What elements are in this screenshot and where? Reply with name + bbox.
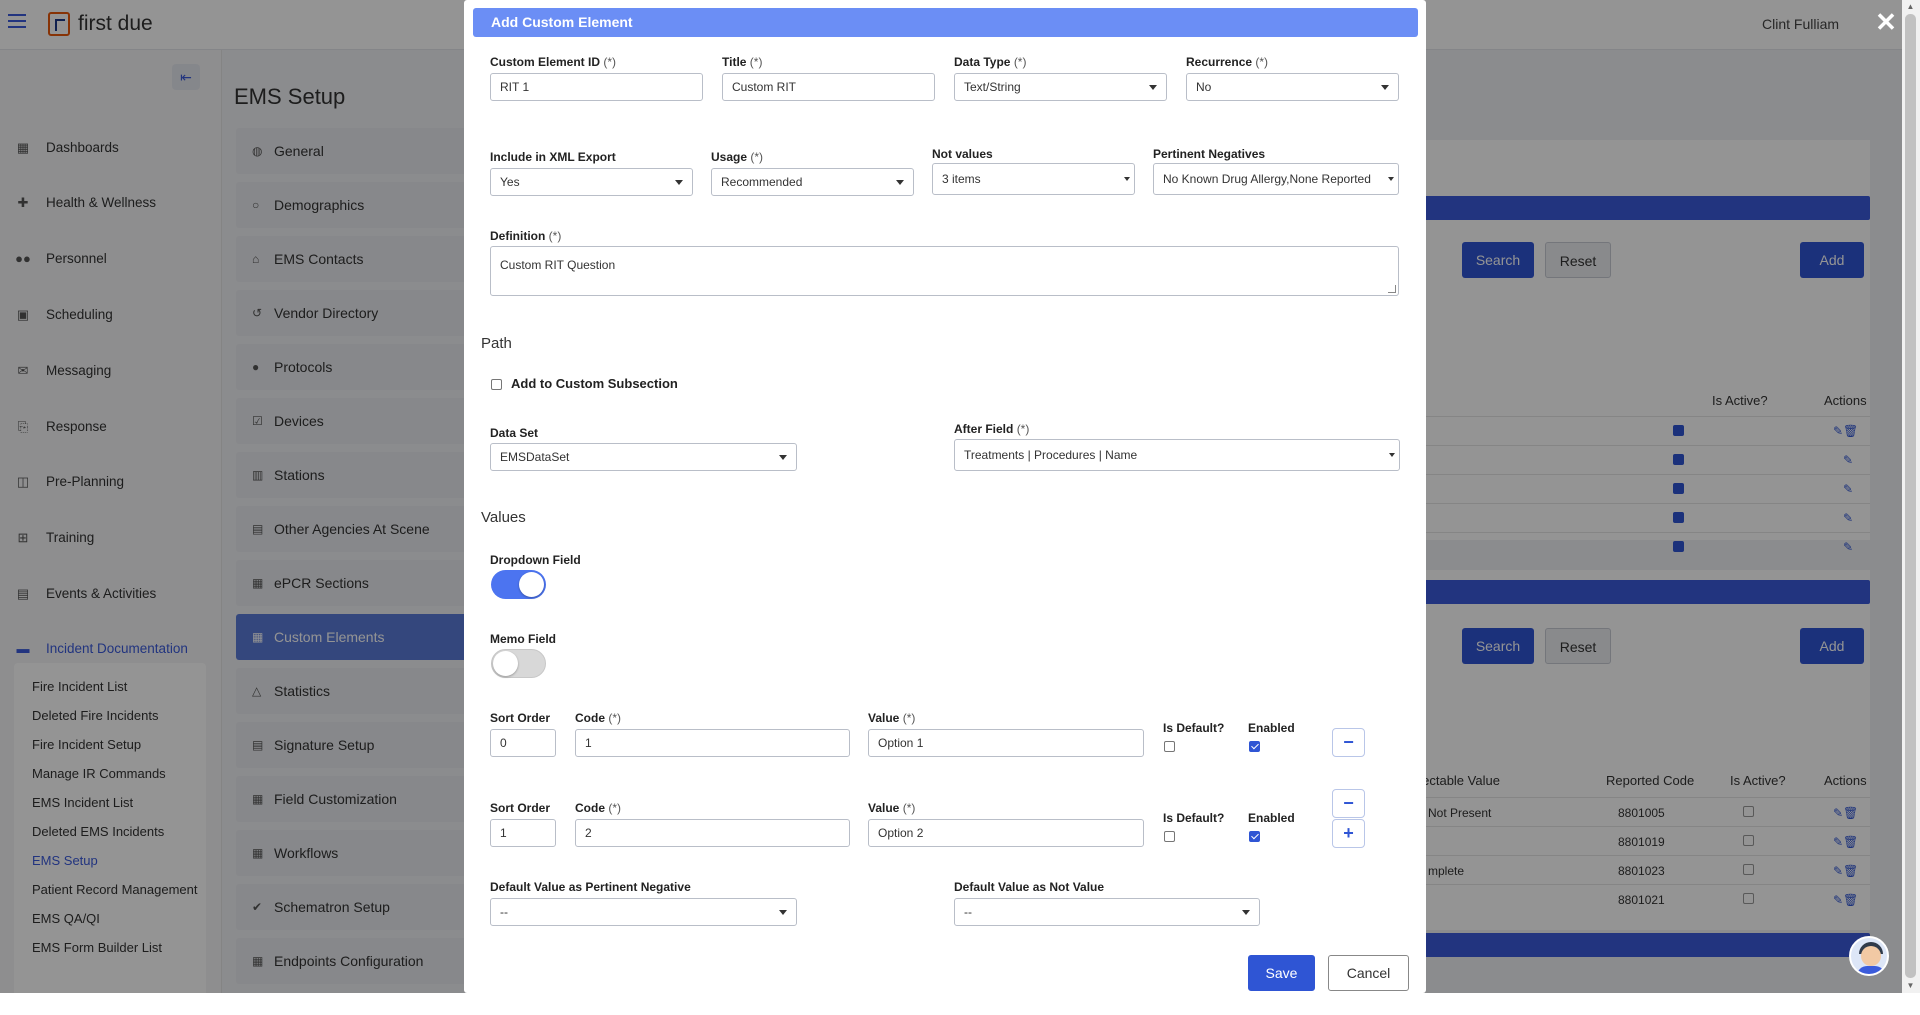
- title-input[interactable]: Custom RIT: [722, 73, 935, 101]
- add-to-subsection-checkbox[interactable]: [491, 379, 502, 390]
- memo-field-label: Memo Field: [490, 632, 557, 646]
- pertinent-negatives-label: Pertinent Negatives: [1153, 147, 1266, 161]
- enabled-checkbox[interactable]: [1249, 741, 1260, 752]
- chevron-down-icon: [779, 910, 787, 915]
- include-xml-label: Include in XML Export: [490, 150, 616, 164]
- chevron-down-icon: [1381, 85, 1389, 90]
- remove-row-button[interactable]: −: [1332, 789, 1365, 818]
- add-custom-element-modal: Add Custom Element Custom Element ID (*)…: [464, 0, 1426, 993]
- custom-element-id-label: Custom Element ID (*): [490, 55, 617, 69]
- path-section-title: Path: [481, 335, 512, 352]
- include-xml-select[interactable]: Yes: [490, 168, 693, 196]
- enabled-label: Enabled: [1248, 721, 1295, 735]
- usage-label: Usage (*): [711, 150, 764, 164]
- default-pertinent-negative-label: Default Value as Pertinent Negative: [490, 880, 691, 894]
- value-label: Value (*): [868, 801, 916, 815]
- pertinent-negatives-multiselect[interactable]: No Known Drug Allergy,None Reported: [1153, 163, 1399, 195]
- is-default-label: Is Default?: [1163, 811, 1225, 825]
- chevron-down-icon: [675, 180, 683, 185]
- chevron-down-icon: [1388, 177, 1394, 181]
- code-input[interactable]: 2: [575, 819, 850, 847]
- after-field-select[interactable]: Treatments | Procedures | Name: [954, 439, 1400, 471]
- save-button[interactable]: Save: [1248, 955, 1315, 991]
- title-label: Title (*): [722, 55, 763, 69]
- chevron-down-icon: [1149, 85, 1157, 90]
- add-to-subsection-label: Add to Custom Subsection: [511, 376, 678, 391]
- toggle-knob: [519, 572, 544, 597]
- enabled-checkbox[interactable]: [1249, 831, 1260, 842]
- memo-field-toggle[interactable]: [491, 649, 546, 678]
- chevron-down-icon: [896, 180, 904, 185]
- after-field-label: After Field (*): [954, 422, 1030, 436]
- default-not-value-select[interactable]: --: [954, 898, 1260, 926]
- custom-element-id-input[interactable]: RIT 1: [490, 73, 703, 101]
- value-input[interactable]: Option 1: [868, 729, 1144, 757]
- data-set-label: Data Set: [490, 426, 539, 440]
- value-label: Value (*): [868, 711, 916, 725]
- add-row-button[interactable]: +: [1332, 819, 1365, 848]
- value-input[interactable]: Option 2: [868, 819, 1144, 847]
- is-default-label: Is Default?: [1163, 721, 1225, 735]
- scroll-down-arrow-icon[interactable]: ▼: [1905, 981, 1916, 991]
- app-root: first due Clint Fulliam ⇤ ▦ Dashboards ✚ H…: [0, 0, 1920, 1015]
- remove-row-button[interactable]: −: [1332, 728, 1365, 757]
- usage-select[interactable]: Recommended: [711, 168, 914, 196]
- recurrence-label: Recurrence (*): [1186, 55, 1269, 69]
- enabled-label: Enabled: [1248, 811, 1295, 825]
- is-default-checkbox[interactable]: [1164, 741, 1175, 752]
- default-pertinent-negative-select[interactable]: --: [490, 898, 797, 926]
- cancel-button[interactable]: Cancel: [1328, 955, 1409, 991]
- not-values-multiselect[interactable]: 3 items: [932, 163, 1135, 195]
- code-label: Code (*): [575, 801, 622, 815]
- dropdown-field-toggle[interactable]: [491, 570, 546, 599]
- default-not-value-label: Default Value as Not Value: [954, 880, 1105, 894]
- sort-order-label: Sort Order: [490, 711, 551, 725]
- modal-title: Add Custom Element: [473, 8, 1418, 37]
- chevron-down-icon: [779, 455, 787, 460]
- sort-order-label: Sort Order: [490, 801, 551, 815]
- data-type-select[interactable]: Text/String: [954, 73, 1167, 101]
- code-input[interactable]: 1: [575, 729, 850, 757]
- toggle-knob: [493, 651, 518, 676]
- data-set-select[interactable]: EMSDataSet: [490, 443, 797, 471]
- chevron-down-icon: [1389, 453, 1395, 457]
- scroll-up-arrow-icon[interactable]: ▲: [1905, 2, 1916, 12]
- sort-order-input[interactable]: 1: [490, 819, 556, 847]
- chevron-down-icon: [1242, 910, 1250, 915]
- data-type-label: Data Type (*): [954, 55, 1027, 69]
- resize-grip-icon[interactable]: [1388, 285, 1396, 293]
- assistant-avatar-button[interactable]: [1849, 936, 1889, 976]
- values-section-title: Values: [481, 509, 526, 526]
- avatar-face: [1861, 946, 1881, 966]
- dropdown-field-label: Dropdown Field: [490, 553, 581, 567]
- code-label: Code (*): [575, 711, 622, 725]
- chevron-down-icon: [1124, 177, 1130, 181]
- not-values-label: Not values: [932, 147, 993, 161]
- is-default-checkbox[interactable]: [1164, 831, 1175, 842]
- page-scrollbar-thumb[interactable]: [1905, 14, 1916, 978]
- close-modal-icon[interactable]: ✕: [1872, 8, 1900, 36]
- sort-order-input[interactable]: 0: [490, 729, 556, 757]
- recurrence-select[interactable]: No: [1186, 73, 1399, 101]
- definition-label: Definition (*): [490, 229, 562, 243]
- definition-textarea[interactable]: Custom RIT Question: [490, 246, 1399, 296]
